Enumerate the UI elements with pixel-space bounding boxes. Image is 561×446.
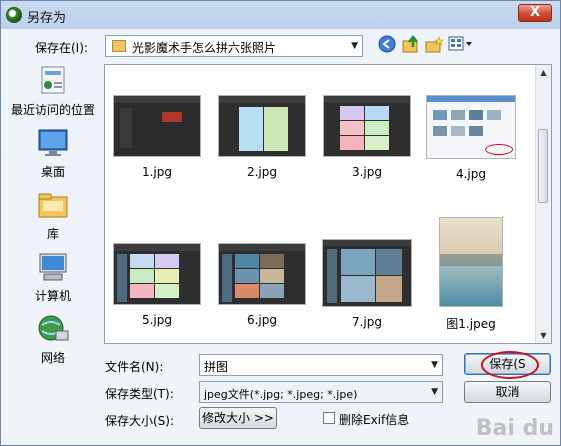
file-item[interactable]: 3.jpg xyxy=(319,95,415,179)
size-label: 保存大小(S): xyxy=(105,414,175,428)
filename-label: 文件名(N): xyxy=(105,360,164,374)
place-label: 网络 xyxy=(40,351,65,365)
file-name: 6.jpg xyxy=(246,313,278,327)
file-item[interactable]: 1.jpg xyxy=(109,95,205,179)
scroll-thumb[interactable] xyxy=(538,129,548,203)
filetype-value: jpeg文件(*.jpg; *.jpeg; *.jpe) xyxy=(204,388,358,401)
file-item[interactable]: 5.jpg xyxy=(109,243,205,327)
file-name: 1.jpg xyxy=(141,165,173,179)
image-thumbnail xyxy=(113,95,201,157)
save-as-dialog: 另存为 X 保存在(I): 光影魔术手怎么拼六张照片 ▼ 最近访问的位置 桌面 xyxy=(0,0,561,446)
file-name: 5.jpg xyxy=(141,313,173,327)
image-thumbnail xyxy=(323,95,411,157)
chevron-down-icon[interactable]: ▼ xyxy=(431,387,438,397)
desktop-icon xyxy=(36,127,70,159)
places-bar: 最近访问的位置 桌面 库 计算机 网络 xyxy=(7,61,99,377)
file-item[interactable]: 4.jpg xyxy=(423,95,519,181)
location-dropdown[interactable]: 光影魔术手怎么拼六张照片 ▼ xyxy=(105,35,363,57)
place-computer[interactable]: 计算机 xyxy=(7,251,99,304)
filename-field[interactable]: 拼图 ▼ xyxy=(199,354,443,376)
place-label: 库 xyxy=(46,227,59,241)
close-button[interactable]: X xyxy=(518,4,552,22)
file-item[interactable]: 图1.jpeg xyxy=(423,217,519,332)
computer-icon xyxy=(36,251,70,283)
image-thumbnail xyxy=(218,243,306,305)
file-name: 3.jpg xyxy=(351,165,383,179)
place-library[interactable]: 库 xyxy=(7,189,99,242)
file-name: 2.jpg xyxy=(246,165,278,179)
folder-icon xyxy=(112,40,126,52)
watermark: Bai du xyxy=(475,416,554,441)
resize-button[interactable]: 修改大小 >> xyxy=(199,407,277,429)
image-thumbnail xyxy=(113,243,201,305)
save-highlight-annotation xyxy=(481,351,539,379)
file-name: 4.jpg xyxy=(455,167,487,181)
image-thumbnail xyxy=(426,95,516,159)
title-bar[interactable]: 另存为 X xyxy=(1,1,560,29)
scroll-down-icon[interactable]: ▼ xyxy=(536,328,551,343)
new-folder-icon[interactable] xyxy=(424,35,444,55)
exif-checkbox[interactable] xyxy=(323,412,335,424)
filetype-select[interactable]: jpeg文件(*.jpg; *.jpeg; *.jpe) ▼ xyxy=(199,381,443,403)
image-thumbnail xyxy=(218,95,306,157)
back-icon[interactable] xyxy=(377,35,397,55)
app-logo-icon xyxy=(6,7,22,23)
location-label: 保存在(I): xyxy=(35,41,88,55)
cancel-button[interactable]: 取消 xyxy=(464,381,551,403)
filename-value: 拼图 xyxy=(204,360,229,374)
place-label: 计算机 xyxy=(34,289,71,303)
image-thumbnail xyxy=(439,217,503,307)
current-folder-name: 光影魔术手怎么拼六张照片 xyxy=(132,41,277,55)
file-item[interactable]: 7.jpg xyxy=(319,239,415,329)
chevron-down-icon[interactable]: ▼ xyxy=(351,41,358,51)
vertical-scrollbar[interactable]: ▲ ▼ xyxy=(535,65,551,343)
place-desktop[interactable]: 桌面 xyxy=(7,127,99,180)
file-name: 图1.jpeg xyxy=(446,317,496,331)
recent-places-icon xyxy=(36,65,70,97)
view-menu-icon[interactable] xyxy=(447,35,475,55)
image-thumbnail xyxy=(322,239,412,307)
filetype-label: 保存类型(T): xyxy=(105,387,174,401)
exif-checkbox-label: 删除Exif信息 xyxy=(339,413,410,427)
file-item[interactable]: 2.jpg xyxy=(214,95,310,179)
place-network[interactable]: 网络 xyxy=(7,313,99,366)
place-recent[interactable]: 最近访问的位置 xyxy=(7,65,99,118)
dialog-title: 另存为 xyxy=(27,11,67,26)
up-folder-icon[interactable] xyxy=(401,34,421,55)
scroll-up-icon[interactable]: ▲ xyxy=(536,65,551,80)
file-list[interactable]: 1.jpg 2.jpg 3.jpg 4.jpg 5.jpg 6.jpg 7.jp… xyxy=(104,64,552,344)
place-label: 最近访问的位置 xyxy=(10,103,95,117)
network-icon xyxy=(36,313,70,345)
file-name: 7.jpg xyxy=(351,315,383,329)
library-icon xyxy=(36,189,70,221)
file-item[interactable]: 6.jpg xyxy=(214,243,310,327)
chevron-down-icon[interactable]: ▼ xyxy=(431,360,438,370)
place-label: 桌面 xyxy=(40,165,65,179)
